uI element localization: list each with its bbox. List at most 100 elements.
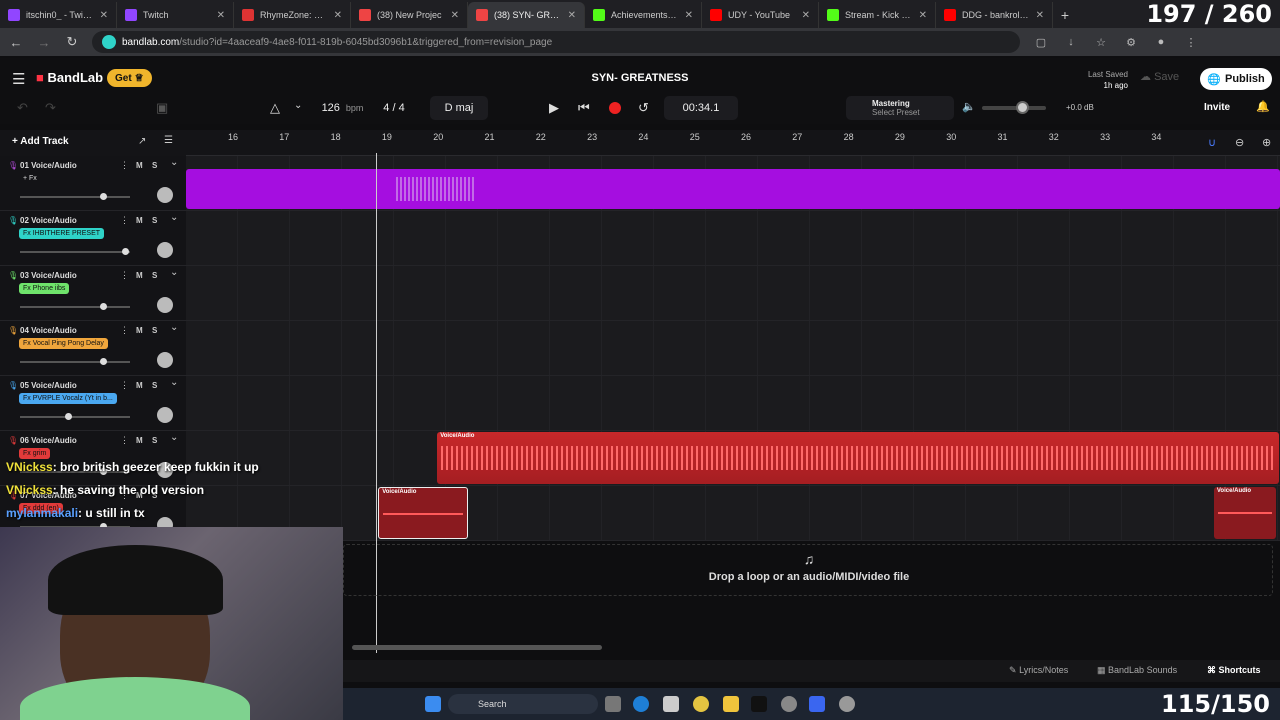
track-settings-icon[interactable]: ☰ [164,135,173,146]
browser-tab[interactable]: DDG - bankroll (Of ✕ [936,2,1053,28]
loop-icon[interactable]: ↺ [638,100,649,116]
browser-tab[interactable]: UDY - YouTube ✕ [702,2,819,28]
key-field[interactable]: D maj [430,96,488,120]
track-fx-chip[interactable]: Fx Phone iibs [19,283,70,294]
menu-dots-icon[interactable]: ⋮ [1182,36,1200,49]
horizontal-scrollbar[interactable] [352,645,602,650]
track-name[interactable]: 01 Voice/Audio [20,161,77,170]
bandlab-logo[interactable]: ■ BandLab [36,70,103,85]
track-pan-knob[interactable] [157,297,173,313]
mute-button[interactable]: M [136,326,143,335]
track-volume-fader[interactable] [20,361,130,363]
get-membership-button[interactable]: Get ♕ [107,69,152,87]
chevron-down-icon[interactable]: ⌄ [170,377,178,388]
track-volume-knob[interactable] [121,248,129,255]
folder-icon[interactable] [723,696,739,712]
media-icon[interactable] [839,696,855,712]
bell-icon[interactable]: 🔔 [1256,100,1270,113]
chevron-down-icon[interactable]: ⌄ [170,432,178,443]
zoom-in-icon[interactable]: ⊕ [1262,136,1271,149]
chevron-down-icon[interactable]: ⌄ [170,267,178,278]
track-volume-fader[interactable] [20,196,130,198]
track-fx-chip[interactable]: Fx PVRPLE Vocalz (Yt in b... [19,393,117,404]
extensions-icon[interactable]: ▢ [1032,36,1050,49]
speaker-icon[interactable]: 🔈 [962,100,976,113]
track-menu-icon[interactable]: ⋮ [120,325,129,336]
chevron-down-icon[interactable]: ⌄ [170,322,178,333]
store-icon[interactable] [663,696,679,712]
bpm-field[interactable]: 126 bpm [315,96,370,120]
track-header[interactable]: 🎙 03 Voice/Audio Fx Phone iibs ⋮ M S ⌄ [0,266,186,320]
play-icon[interactable]: ▶ [549,100,559,116]
browser-tab[interactable]: Twitch ✕ [117,2,234,28]
track-name[interactable]: 02 Voice/Audio [20,216,77,225]
track-header[interactable]: 🎙 05 Voice/Audio Fx PVRPLE Vocalz (Yt in b… [0,376,186,430]
taskview-icon[interactable] [605,696,621,712]
mute-button[interactable]: M [136,436,143,445]
taskbar-search[interactable]: Search [448,694,598,714]
track-lane[interactable] [186,486,1280,540]
hamburger-menu-icon[interactable]: ☰ [12,70,25,88]
solo-button[interactable]: S [152,161,157,170]
record-button[interactable] [609,102,621,114]
track-name[interactable]: 04 Voice/Audio [20,326,77,335]
track-menu-icon[interactable]: ⋮ [120,380,129,391]
redo-icon[interactable]: ↷ [45,100,56,116]
url-field[interactable]: bandlab.com/studio?id=4aaceaf9-4ae8-f011… [92,31,1020,53]
solo-button[interactable]: S [152,271,157,280]
mixer-icon[interactable]: ▣ [156,100,168,116]
magnet-icon[interactable]: ∪ [1208,136,1216,149]
mastering-button[interactable]: Mastering Select Preset [846,96,954,120]
track-fx-chip[interactable]: Fx Vocal Ping Pong Delay [19,338,108,349]
solo-button[interactable]: S [152,436,157,445]
add-track-button[interactable]: + Add Track [12,136,69,147]
time-signature-field[interactable]: 4 / 4 [372,96,416,120]
site-info-icon[interactable] [102,35,116,49]
tiktok-icon[interactable] [751,696,767,712]
browser-tab[interactable]: Stream - Kick Dash ✕ [819,2,936,28]
chevron-down-icon[interactable]: ⌄ [294,100,302,111]
chevron-down-icon[interactable]: ⌄ [170,157,178,168]
undo-icon[interactable]: ↶ [17,100,28,116]
browser-tab[interactable]: itschin0_ - Twitch ✕ [0,2,117,28]
zoom-out-icon[interactable]: ⊖ [1235,136,1244,149]
track-volume-fader[interactable] [20,306,130,308]
track-volume-fader[interactable] [20,416,130,418]
bandlab-sounds-button[interactable]: ▦ BandLab Sounds [1097,665,1177,676]
close-icon[interactable]: ✕ [1036,10,1044,21]
mute-button[interactable]: M [136,161,143,170]
back-icon[interactable]: ← [8,35,24,50]
forward-icon[interactable]: → [36,35,52,50]
track-fx-chip[interactable]: + Fx [19,173,41,184]
timeline-ruler[interactable]: 16 17 18 19 20 21 22 23 24 25 26 27 28 29 30 31 32 33 34 [186,130,1280,156]
track-name[interactable]: 05 Voice/Audio [20,381,77,390]
close-icon[interactable]: ✕ [802,10,810,21]
mute-button[interactable]: M [136,216,143,225]
audio-clip[interactable]: Voice/Audio [378,487,469,539]
mute-button[interactable]: M [136,271,143,280]
track-header[interactable]: 🎙 04 Voice/Audio Fx Vocal Ping Pong Delay ⋮… [0,321,186,375]
track-lane[interactable] [186,376,1280,430]
track-menu-icon[interactable]: ⋮ [120,160,129,171]
track-header[interactable]: 🎙 02 Voice/Audio Fx IHBITHERE PRESET ⋮ M S ⌄ [0,211,186,265]
new-tab-button[interactable]: + [1053,2,1077,28]
profile-icon[interactable]: ● [1152,36,1170,48]
automation-icon[interactable]: ↗ [138,136,146,147]
drop-zone[interactable]: ♫ Drop a loop or an audio/MIDI/video fil… [343,544,1273,596]
app-icon[interactable] [809,696,825,712]
track-name[interactable]: 03 Voice/Audio [20,271,77,280]
invite-button[interactable]: Invite [1204,102,1230,113]
track-fx-chip[interactable]: Fx IHBITHERE PRESET [19,228,105,239]
solo-button[interactable]: S [152,216,157,225]
browser-tab[interactable]: RhymeZone: ON ne ✕ [234,2,351,28]
track-volume-knob[interactable] [99,193,107,200]
audio-clip[interactable] [186,169,1280,209]
audio-clip[interactable]: Voice/Audio [437,432,1280,484]
publish-button[interactable]: 🌐 Publish [1200,68,1272,90]
track-volume-knob[interactable] [65,413,73,420]
download-icon[interactable]: ↓ [1062,36,1080,48]
close-icon[interactable]: ✕ [451,10,459,21]
track-pan-knob[interactable] [157,352,173,368]
track-pan-knob[interactable] [157,242,173,258]
track-menu-icon[interactable]: ⋮ [120,270,129,281]
